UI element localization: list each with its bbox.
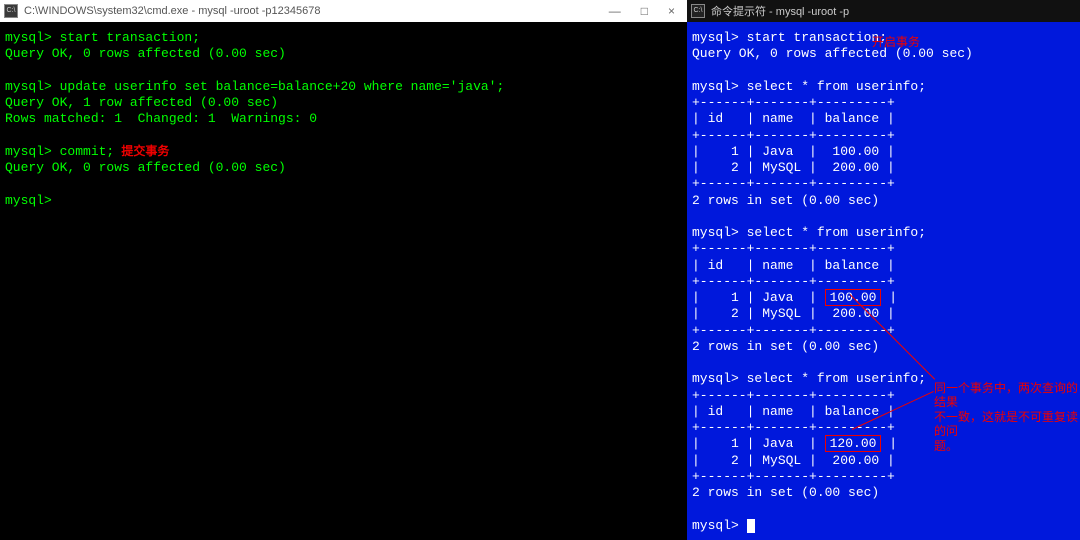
table-row: | 1 | Java | 100.00 | bbox=[692, 144, 1075, 160]
terminal-prompt: mysql> bbox=[692, 518, 1075, 534]
terminal-line: mysql> update userinfo set balance=balan… bbox=[5, 79, 682, 95]
table-row: +------+-------+---------+ bbox=[692, 274, 1075, 290]
terminal-output: Query OK, 0 rows affected (0.00 sec) bbox=[5, 46, 682, 62]
annotation-explain: 同一个事务中，两次查询的结果 不一致，这就是不可重复读的问 题。 bbox=[934, 381, 1080, 453]
right-titlebar[interactable]: C:\ 命令提示符 - mysql -uroot -p bbox=[687, 0, 1080, 22]
terminal-output: 2 rows in set (0.00 sec) bbox=[692, 339, 1075, 355]
table-row: +------+-------+---------+ bbox=[692, 176, 1075, 192]
cursor-icon bbox=[747, 519, 755, 533]
blank-line bbox=[692, 501, 1075, 517]
blank-line bbox=[692, 63, 1075, 79]
table-row: +------+-------+---------+ bbox=[692, 323, 1075, 339]
table-row: | 2 | MySQL | 200.00 | bbox=[692, 306, 1075, 322]
table-row: | id | name | balance | bbox=[692, 111, 1075, 127]
minimize-button[interactable]: — bbox=[609, 4, 621, 18]
cmd-icon: C:\ bbox=[691, 4, 705, 18]
table-row: +------+-------+---------+ bbox=[692, 241, 1075, 257]
right-terminal-body[interactable]: mysql> start transaction; Query OK, 0 ro… bbox=[687, 22, 1080, 540]
table-row: | id | name | balance | bbox=[692, 258, 1075, 274]
left-titlebar[interactable]: C:\ C:\WINDOWS\system32\cmd.exe - mysql … bbox=[0, 0, 687, 22]
terminal-output: Rows matched: 1 Changed: 1 Warnings: 0 bbox=[5, 111, 682, 127]
cmd-icon: C:\ bbox=[4, 4, 18, 18]
terminal-output: 2 rows in set (0.00 sec) bbox=[692, 193, 1075, 209]
terminal-output: 2 rows in set (0.00 sec) bbox=[692, 485, 1075, 501]
blank-line bbox=[692, 209, 1075, 225]
blank-line bbox=[692, 355, 1075, 371]
terminal-output: Query OK, 1 row affected (0.00 sec) bbox=[5, 95, 682, 111]
window-controls: — □ × bbox=[609, 4, 675, 18]
terminal-output: Query OK, 0 rows affected (0.00 sec) bbox=[5, 160, 682, 176]
highlighted-value: 120.00 bbox=[825, 435, 882, 452]
right-title-text: 命令提示符 - mysql -uroot -p bbox=[711, 3, 1076, 19]
blank-line bbox=[5, 128, 682, 144]
blank-line bbox=[5, 63, 682, 79]
table-row: | 2 | MySQL | 200.00 | bbox=[692, 160, 1075, 176]
annotation-commit: 提交事务 bbox=[114, 145, 169, 159]
terminal-line: mysql> select * from userinfo; bbox=[692, 79, 1075, 95]
left-title-text: C:\WINDOWS\system32\cmd.exe - mysql -uro… bbox=[24, 5, 609, 17]
terminal-line: mysql> start transaction; bbox=[5, 30, 682, 46]
table-row: | 1 | Java | 100.00 | bbox=[692, 290, 1075, 306]
left-terminal-body[interactable]: mysql> start transaction; Query OK, 0 ro… bbox=[0, 22, 687, 540]
right-terminal-window: C:\ 命令提示符 - mysql -uroot -p mysql> start… bbox=[687, 0, 1080, 540]
terminal-line: mysql> select * from userinfo; bbox=[692, 225, 1075, 241]
annotation-start: 开启事务 bbox=[872, 35, 920, 49]
maximize-button[interactable]: □ bbox=[641, 4, 648, 18]
terminal-prompt: mysql> bbox=[5, 193, 682, 209]
table-row: +------+-------+---------+ bbox=[692, 128, 1075, 144]
terminal-line: mysql> commit; 提交事务 bbox=[5, 144, 682, 160]
table-row: +------+-------+---------+ bbox=[692, 95, 1075, 111]
close-button[interactable]: × bbox=[668, 4, 675, 18]
table-row: | 2 | MySQL | 200.00 | bbox=[692, 453, 1075, 469]
blank-line bbox=[5, 176, 682, 192]
left-terminal-window: C:\ C:\WINDOWS\system32\cmd.exe - mysql … bbox=[0, 0, 687, 540]
table-row: +------+-------+---------+ bbox=[692, 469, 1075, 485]
